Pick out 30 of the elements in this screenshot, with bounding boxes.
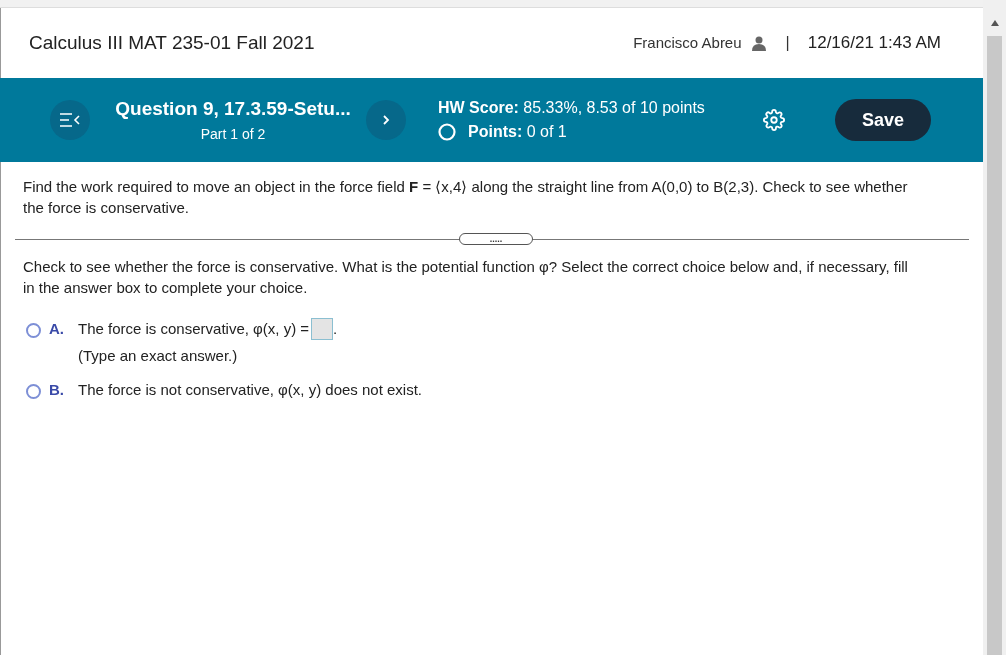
save-button[interactable]: Save: [835, 99, 931, 141]
question-title: Question 9, 17.3.59-Setu...: [115, 97, 351, 122]
scrollbar[interactable]: [983, 0, 1006, 655]
course-title: Calculus III MAT 235-01 Fall 2021: [29, 30, 315, 55]
settings-icon[interactable]: [763, 109, 785, 131]
radio-button[interactable]: [26, 384, 41, 399]
part-label: Part 1 of 2: [200, 124, 266, 144]
points: Points: 0 of 1: [468, 122, 567, 142]
choice-letter: A.: [49, 319, 65, 339]
radio-button[interactable]: [26, 323, 41, 338]
period: .: [333, 319, 338, 339]
date-time: 12/16/21 1:43 AM: [807, 32, 941, 55]
hw-score: HW Score: 85.33%, 8.53 of 10 points: [438, 98, 705, 118]
chevron-right-icon: [382, 114, 390, 126]
answer-hint: (Type an exact answer.): [78, 345, 239, 366]
choice-letter: B.: [49, 380, 65, 400]
user-name: Francisco Abreu: [633, 32, 742, 53]
circle-icon: [438, 123, 456, 141]
user-icon: [751, 35, 766, 51]
expand-button[interactable]: .....: [459, 233, 533, 245]
question-prompt: Find the work required to move an object in the force field F = ⟨x,4⟩ along the straight line from A(0,0) to B(2,3). Check to see whether the force is conservative.: [23, 177, 909, 218]
separator: |: [785, 33, 790, 53]
scroll-thumb[interactable]: [987, 36, 1002, 655]
menu-back-button[interactable]: [50, 100, 90, 140]
answer-box[interactable]: [311, 318, 334, 341]
part-prompt: Check to see whether the force is conservative. What is the potential function φ? Select the correct choice below and, if necessary, fill in the answer box to complete your choice.: [23, 257, 909, 298]
choice-text: The force is not conservative, φ(x, y) does not exist.: [78, 380, 423, 400]
scroll-up-icon[interactable]: [990, 20, 999, 26]
choice-text: The force is conservative, φ(x, y) =: [78, 319, 310, 339]
menu-back-icon: [59, 112, 81, 128]
